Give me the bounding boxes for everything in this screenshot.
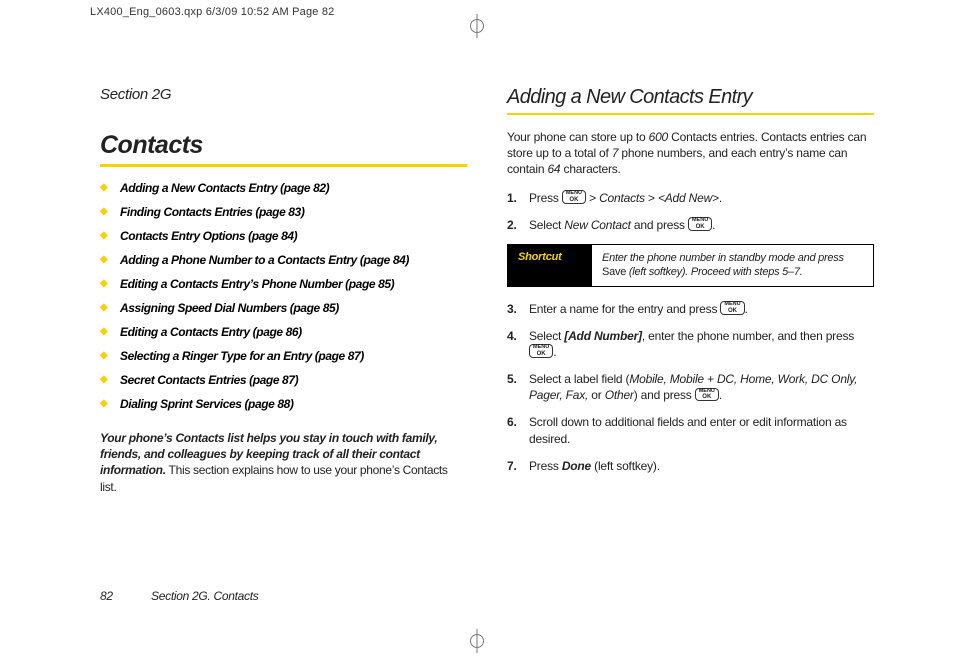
label-other: Other	[605, 388, 634, 402]
toc-item: Secret Contacts Entries (page 87)	[100, 373, 467, 388]
step-6: Scroll down to additional fields and ent…	[507, 414, 874, 446]
page-footer: 82 Section 2G. Contacts	[100, 589, 258, 603]
text: and press	[631, 218, 688, 232]
intro-paragraph: Your phone’s Contacts list helps you sta…	[100, 430, 467, 495]
text: Press	[529, 191, 562, 205]
value-64: 64	[547, 162, 560, 176]
option-new-contact: New Contact	[564, 218, 631, 232]
shortcut-message: Enter the phone number in standby mode a…	[592, 245, 873, 286]
step-7: Press Done (left softkey).	[507, 458, 874, 474]
toc-item: Editing a Contacts Entry (page 86)	[100, 325, 467, 340]
steps-list-2: Enter a name for the entry and press MEN…	[507, 301, 874, 475]
menu-ok-key-icon: MENUOK	[688, 217, 712, 231]
text: Your phone can store up to	[507, 130, 649, 144]
value-600: 600	[649, 130, 668, 144]
shortcut-label: Shortcut	[508, 245, 592, 286]
toc-item: Editing a Contacts Entry’s Phone Number …	[100, 277, 467, 292]
toc-item: Adding a Phone Number to a Contacts Entr…	[100, 253, 467, 268]
softkey-done: Done	[562, 459, 591, 473]
step-3: Enter a name for the entry and press MEN…	[507, 301, 874, 317]
registration-mark-bottom	[465, 629, 489, 653]
right-column: Adding a New Contacts Entry Your phone c…	[507, 86, 874, 619]
section-label: Section 2G	[100, 86, 467, 103]
text: or	[588, 388, 605, 402]
content-area: Section 2G Contacts Adding a New Contact…	[100, 86, 874, 619]
text: .	[712, 218, 715, 232]
text: (left softkey).	[591, 459, 660, 473]
step-1: Press MENUOK > Contacts > <Add New>.	[507, 190, 874, 206]
text: Enter the phone number in standby mode a…	[602, 252, 844, 264]
steps-list-1: Press MENUOK > Contacts > <Add New>. Sel…	[507, 190, 874, 233]
softkey-save: Save	[602, 266, 626, 278]
menu-ok-key-icon: MENUOK	[529, 344, 553, 358]
toc-item: Adding a New Contacts Entry (page 82)	[100, 181, 467, 196]
print-metadata: LX400_Eng_0603.qxp 6/3/09 10:52 AM Page …	[90, 6, 335, 18]
text: , enter the phone number, and then press	[642, 329, 854, 343]
text: .	[745, 302, 748, 316]
text: characters.	[560, 162, 620, 176]
lead-paragraph: Your phone can store up to 600 Contacts …	[507, 129, 874, 178]
subtitle-rule	[507, 113, 874, 115]
table-of-contents: Adding a New Contacts Entry (page 82) Fi…	[100, 181, 467, 412]
footer-section-ref: Section 2G. Contacts	[151, 589, 258, 603]
menu-ok-key-icon: MENUOK	[720, 301, 744, 315]
text: (left softkey). Proceed with steps 5–7.	[626, 266, 802, 278]
text: >	[645, 191, 658, 205]
toc-item: Assigning Speed Dial Numbers (page 85)	[100, 301, 467, 316]
page-root: LX400_Eng_0603.qxp 6/3/09 10:52 AM Page …	[0, 0, 954, 659]
shortcut-callout: Shortcut Enter the phone number in stand…	[507, 244, 874, 287]
text: >	[586, 191, 599, 205]
toc-item: Finding Contacts Entries (page 83)	[100, 205, 467, 220]
text: Press	[529, 459, 562, 473]
toc-item: Selecting a Ringer Type for an Entry (pa…	[100, 349, 467, 364]
left-column: Section 2G Contacts Adding a New Contact…	[100, 86, 467, 619]
text: Select	[529, 218, 564, 232]
registration-mark-top	[465, 14, 489, 38]
step-4: Select [Add Number], enter the phone num…	[507, 328, 874, 360]
text: Select	[529, 329, 564, 343]
step-2: Select New Contact and press MENUOK.	[507, 217, 874, 233]
text: .	[553, 345, 556, 359]
text: Enter a name for the entry and press	[529, 302, 720, 316]
menu-path-contacts: Contacts	[599, 191, 645, 205]
title-rule	[100, 164, 467, 167]
page-title: Contacts	[100, 131, 467, 160]
option-add-number: [Add Number]	[564, 329, 642, 343]
step-5: Select a label field (Mobile, Mobile + D…	[507, 371, 874, 403]
menu-ok-key-icon: MENUOK	[695, 388, 719, 402]
section-subtitle: Adding a New Contacts Entry	[507, 86, 874, 109]
toc-item: Contacts Entry Options (page 84)	[100, 229, 467, 244]
toc-item: Dialing Sprint Services (page 88)	[100, 397, 467, 412]
menu-path-addnew: <Add New>	[658, 191, 719, 205]
text: Select a label field (	[529, 372, 629, 386]
text: .	[719, 191, 722, 205]
menu-ok-key-icon: MENUOK	[562, 190, 586, 204]
text: .	[719, 388, 722, 402]
page-number: 82	[100, 589, 148, 603]
text: ) and press	[634, 388, 695, 402]
